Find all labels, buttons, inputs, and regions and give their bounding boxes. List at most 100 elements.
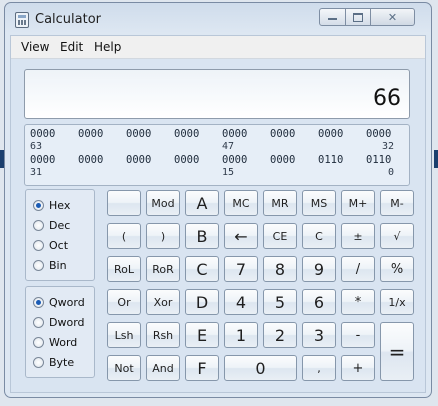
title-bar[interactable]: Calculator ✕ <box>5 3 431 35</box>
radio-label: Dec <box>49 218 71 232</box>
hex-f-button[interactable]: F <box>185 355 219 381</box>
digit-9-button[interactable]: 9 <box>302 256 336 282</box>
square-root-button[interactable]: √ <box>380 223 414 249</box>
digit-5-button[interactable]: 5 <box>263 289 297 315</box>
digit-1-button[interactable]: 1 <box>224 322 258 348</box>
radio-button-checked[interactable] <box>33 199 44 211</box>
bit-index-label: 63 <box>30 141 43 152</box>
radio-qword[interactable]: Qword <box>33 295 85 309</box>
menu-view[interactable]: View <box>21 40 49 54</box>
close-button[interactable]: ✕ <box>370 8 415 26</box>
radio-button[interactable] <box>33 356 44 368</box>
radio-button[interactable] <box>33 219 44 231</box>
radio-oct[interactable]: Oct <box>33 238 68 252</box>
divide-button[interactable]: / <box>341 256 375 282</box>
memory-subtract-button[interactable]: M- <box>380 190 414 216</box>
blank-key[interactable] <box>107 190 141 216</box>
right-shift-button[interactable]: Rsh <box>146 322 180 348</box>
clear-button[interactable]: C <box>302 223 336 249</box>
maximize-button[interactable] <box>345 8 371 26</box>
not-button[interactable]: Not <box>107 355 141 381</box>
bit-nibble[interactable]: 0110 <box>366 154 391 166</box>
digit-8-button[interactable]: 8 <box>263 256 297 282</box>
radio-word[interactable]: Word <box>33 335 77 349</box>
radio-button[interactable] <box>33 259 44 271</box>
digit-7-button[interactable]: 7 <box>224 256 258 282</box>
menu-help[interactable]: Help <box>94 40 121 54</box>
bit-nibble[interactable]: 0000 <box>126 128 151 140</box>
display-value: 66 <box>373 86 401 111</box>
calculator-client: View Edit Help 66 0000 0000 0000 0000 00… <box>10 35 426 393</box>
bit-nibble[interactable]: 0000 <box>126 154 151 166</box>
radio-dec[interactable]: Dec <box>33 218 70 232</box>
percent-button[interactable]: % <box>380 256 414 282</box>
rotate-left-button[interactable]: RoL <box>107 256 141 282</box>
negate-button[interactable]: ± <box>341 223 375 249</box>
hex-d-button[interactable]: D <box>185 289 219 315</box>
reciprocal-button[interactable]: 1/x <box>380 289 414 315</box>
radio-label: Word <box>49 335 78 349</box>
digit-3-button[interactable]: 3 <box>302 322 336 348</box>
bit-nibble[interactable]: 0000 <box>174 128 199 140</box>
radio-label: Byte <box>49 355 75 369</box>
bit-nibble[interactable]: 0000 <box>174 154 199 166</box>
backspace-button[interactable]: ← <box>224 223 258 249</box>
memory-clear-button[interactable]: MC <box>224 190 258 216</box>
radio-button[interactable] <box>33 239 44 251</box>
bit-nibble[interactable]: 0000 <box>270 154 295 166</box>
right-paren-button[interactable]: ) <box>146 223 180 249</box>
mod-button[interactable]: Mod <box>146 190 180 216</box>
hex-b-button[interactable]: B <box>185 223 219 249</box>
minimize-icon <box>328 18 337 20</box>
bit-nibble[interactable]: 0110 <box>318 154 343 166</box>
window-title: Calculator <box>35 12 102 27</box>
radio-hex[interactable]: Hex <box>33 198 70 212</box>
bit-nibble[interactable]: 0000 <box>30 154 55 166</box>
radio-dword[interactable]: Dword <box>33 315 85 329</box>
subtract-button[interactable]: - <box>341 322 375 348</box>
xor-button[interactable]: Xor <box>146 289 180 315</box>
memory-add-button[interactable]: M+ <box>341 190 375 216</box>
left-paren-button[interactable]: ( <box>107 223 141 249</box>
radio-button[interactable] <box>33 316 44 328</box>
radio-button[interactable] <box>33 336 44 348</box>
hex-a-button[interactable]: A <box>185 190 219 216</box>
bit-display: 0000 0000 0000 0000 0000 0000 0000 0000 … <box>24 124 410 186</box>
digit-0-button[interactable]: 0 <box>224 355 297 381</box>
memory-store-button[interactable]: MS <box>302 190 336 216</box>
bit-nibble[interactable]: 0000 <box>78 154 103 166</box>
bit-nibble[interactable]: 0000 <box>30 128 55 140</box>
digit-6-button[interactable]: 6 <box>302 289 336 315</box>
radio-bin[interactable]: Bin <box>33 258 67 272</box>
menu-edit[interactable]: Edit <box>60 40 83 54</box>
hex-e-button[interactable]: E <box>185 322 219 348</box>
radio-label: Dword <box>49 315 85 329</box>
rotate-right-button[interactable]: RoR <box>146 256 180 282</box>
bit-nibble[interactable]: 0000 <box>222 128 247 140</box>
and-button[interactable]: And <box>146 355 180 381</box>
hex-c-button[interactable]: C <box>185 256 219 282</box>
bit-nibble[interactable]: 0000 <box>366 128 391 140</box>
radio-byte[interactable]: Byte <box>33 355 74 369</box>
bit-index-label: 15 <box>222 167 235 178</box>
bit-nibble[interactable]: 0000 <box>318 128 343 140</box>
digit-2-button[interactable]: 2 <box>263 322 297 348</box>
equals-button[interactable]: = <box>380 322 414 381</box>
decimal-separator-button[interactable]: , <box>302 355 336 381</box>
display: 66 <box>24 69 410 119</box>
left-shift-button[interactable]: Lsh <box>107 322 141 348</box>
close-icon: ✕ <box>387 10 398 24</box>
memory-recall-button[interactable]: MR <box>263 190 297 216</box>
or-button[interactable]: Or <box>107 289 141 315</box>
bit-nibble[interactable]: 0000 <box>222 154 247 166</box>
radio-button-checked[interactable] <box>33 296 44 308</box>
add-button[interactable]: + <box>341 355 375 381</box>
minimize-button[interactable] <box>319 8 346 26</box>
bit-index-label: 47 <box>222 141 235 152</box>
bit-nibble[interactable]: 0000 <box>78 128 103 140</box>
digit-4-button[interactable]: 4 <box>224 289 258 315</box>
bit-nibble[interactable]: 0000 <box>270 128 295 140</box>
clear-entry-button[interactable]: CE <box>263 223 297 249</box>
multiply-button[interactable]: * <box>341 289 375 315</box>
radio-label: Hex <box>49 198 71 212</box>
